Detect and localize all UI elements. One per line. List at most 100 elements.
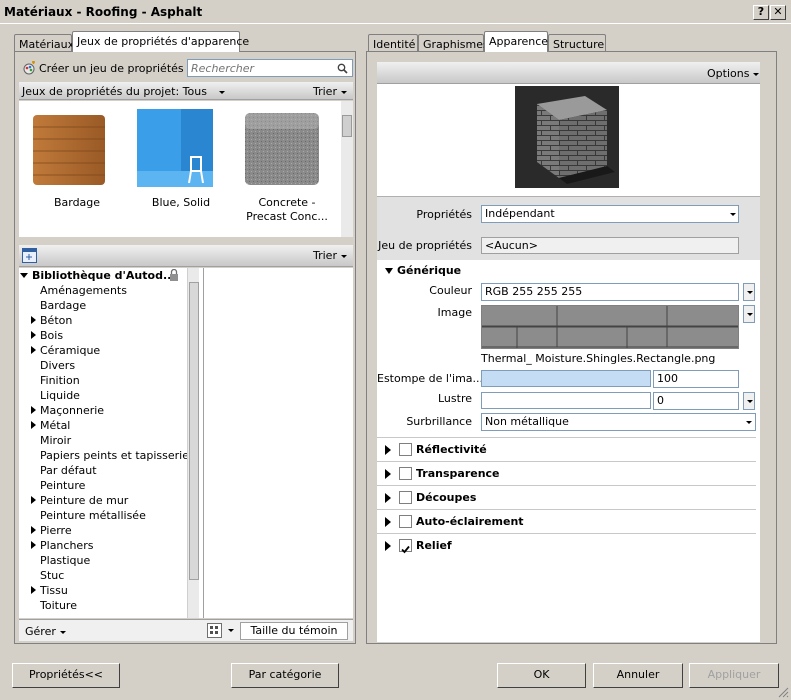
expand-icon[interactable] xyxy=(385,541,391,551)
tree-item-label: Bardage xyxy=(40,299,87,312)
resize-grip-icon[interactable] xyxy=(777,686,789,698)
view-grid-icon[interactable] xyxy=(207,623,222,638)
expand-icon[interactable] xyxy=(31,316,36,324)
library-sort-button[interactable]: Trier xyxy=(313,249,347,262)
surbrillance-select[interactable]: Non métallique xyxy=(481,413,756,431)
expand-icon[interactable] xyxy=(31,406,36,414)
close-button[interactable]: ✕ xyxy=(770,5,786,20)
library-tree: Bibliothèque d'Autod... Aménagements Bard… xyxy=(19,268,203,618)
search-input[interactable] xyxy=(187,59,353,77)
expand-icon[interactable] xyxy=(31,586,36,594)
tree-item-label: Liquide xyxy=(40,389,80,402)
thumb-bardage[interactable]: Bardage xyxy=(29,109,125,209)
sort-button[interactable]: Trier xyxy=(313,85,347,98)
expand-icon[interactable] xyxy=(385,445,391,455)
section-label: Auto-éclairement xyxy=(416,515,524,528)
estompe-field[interactable]: 100 xyxy=(653,370,739,388)
section-checkbox[interactable] xyxy=(399,443,412,456)
properties-toggle-button[interactable]: Propriétés<< xyxy=(12,663,120,688)
expand-icon[interactable] xyxy=(385,493,391,503)
thumb-concrete[interactable]: Concrete - Precast Conc... xyxy=(237,109,337,224)
chevron-down-icon xyxy=(340,254,347,258)
proprietes-select[interactable]: Indépendant xyxy=(481,205,739,223)
surbrillance-value: Non métallique xyxy=(485,415,569,428)
scroll-thumb[interactable] xyxy=(342,115,352,137)
library-panel-icon[interactable] xyxy=(22,248,37,263)
manage-button[interactable]: Gérer xyxy=(25,625,66,638)
section-row[interactable]: Auto-éclairement xyxy=(377,509,756,533)
cancel-button[interactable]: Annuler xyxy=(593,663,683,688)
chevron-down-icon xyxy=(340,90,347,94)
thumb-blue-solid[interactable]: Blue, Solid xyxy=(133,109,229,209)
tab-jeux-apparence[interactable]: Jeux de propriétés d'apparence xyxy=(72,31,249,52)
help-button[interactable]: ? xyxy=(753,5,769,20)
chevron-down-icon[interactable] xyxy=(228,629,234,632)
collapse-icon[interactable] xyxy=(385,268,393,274)
generique-title: Générique xyxy=(397,264,462,277)
library-content-pane xyxy=(203,268,353,618)
ok-button[interactable]: OK xyxy=(497,663,586,688)
section-checkbox[interactable] xyxy=(399,467,412,480)
scroll-thumb[interactable] xyxy=(189,282,199,580)
thumbnails-grid: Bardage Blue, Solid Concrete - Precast C… xyxy=(19,101,353,237)
tree-item-label: Tissu xyxy=(40,584,68,597)
apply-button[interactable]: Appliquer xyxy=(689,663,779,688)
chevron-down-icon xyxy=(59,630,66,634)
tab-apparence[interactable]: Apparence xyxy=(484,31,548,52)
title-bar: Matériaux - Roofing - Asphalt ? ✕ xyxy=(0,0,791,24)
lustre-slider[interactable] xyxy=(481,392,651,409)
section-checkbox[interactable] xyxy=(399,491,412,504)
project-assets-bar: Jeux de propriétés du projet: Tous Trier xyxy=(19,82,353,100)
left-panel: Créer un jeu de propriétés Jeux de propr… xyxy=(14,51,356,644)
right-panel: Options Propriétés Indépendant Jeu de pr… xyxy=(366,51,777,644)
project-filter-dropdown[interactable]: Jeux de propriétés du projet: Tous xyxy=(22,85,225,98)
expand-icon[interactable] xyxy=(31,421,36,429)
lustre-field[interactable]: 0 xyxy=(653,392,739,410)
section-label: Découpes xyxy=(416,491,477,504)
expand-icon[interactable] xyxy=(31,526,36,534)
chevron-down-icon xyxy=(746,421,752,424)
tree-item-label: Papiers peints et tapisseries xyxy=(40,449,195,462)
tree-item-label: Divers xyxy=(40,359,76,372)
expand-icon[interactable] xyxy=(385,517,391,527)
blue-solid-swatch xyxy=(137,109,213,187)
section-row[interactable]: Transparence xyxy=(377,461,756,485)
tree-item-label: Miroir xyxy=(40,434,72,447)
material-preview[interactable] xyxy=(515,86,619,188)
image-thumbnail[interactable] xyxy=(481,305,739,349)
thumbnails-scrollbar[interactable] xyxy=(341,101,353,237)
tree-item-label: Toiture xyxy=(40,599,77,612)
lustre-dropdown[interactable] xyxy=(743,392,755,410)
couleur-dropdown[interactable] xyxy=(743,283,755,301)
section-label: Réflectivité xyxy=(416,443,487,456)
library-root-label: Bibliothèque d'Autod... xyxy=(32,269,176,282)
create-asset-button[interactable]: Créer un jeu de propriétés xyxy=(39,62,194,75)
section-checkbox[interactable] xyxy=(399,515,412,528)
estompe-slider[interactable] xyxy=(481,370,651,387)
expand-icon[interactable] xyxy=(31,346,36,354)
couleur-label: Couleur xyxy=(429,284,472,297)
options-button[interactable]: Options xyxy=(707,67,760,80)
expand-icon[interactable] xyxy=(31,331,36,339)
couleur-field[interactable]: RGB 255 255 255 xyxy=(481,283,739,301)
tree-item-label: Plastique xyxy=(40,554,91,567)
collapse-icon[interactable] xyxy=(20,273,28,278)
library-scrollbar[interactable] xyxy=(187,268,199,618)
image-dropdown[interactable] xyxy=(743,305,755,323)
section-row[interactable]: Relief xyxy=(377,533,756,557)
swatch-size-button[interactable]: Taille du témoin xyxy=(240,622,348,640)
expand-icon[interactable] xyxy=(385,469,391,479)
estompe-label: Estompe de l'ima... xyxy=(377,372,484,385)
window-title: Matériaux - Roofing - Asphalt xyxy=(4,5,203,19)
tree-item-label: Céramique xyxy=(40,344,101,357)
thumb-label: Blue, Solid xyxy=(151,196,211,209)
library-bar: Trier xyxy=(19,245,353,267)
by-category-button[interactable]: Par catégorie xyxy=(231,663,339,688)
section-row[interactable]: Réflectivité xyxy=(377,437,756,461)
expand-icon[interactable] xyxy=(31,496,36,504)
section-row[interactable]: Découpes xyxy=(377,485,756,509)
create-asset-icon[interactable] xyxy=(22,61,36,75)
section-checkbox[interactable] xyxy=(399,539,412,554)
expand-icon[interactable] xyxy=(31,541,36,549)
tree-item-label: Peinture de mur xyxy=(40,494,129,507)
